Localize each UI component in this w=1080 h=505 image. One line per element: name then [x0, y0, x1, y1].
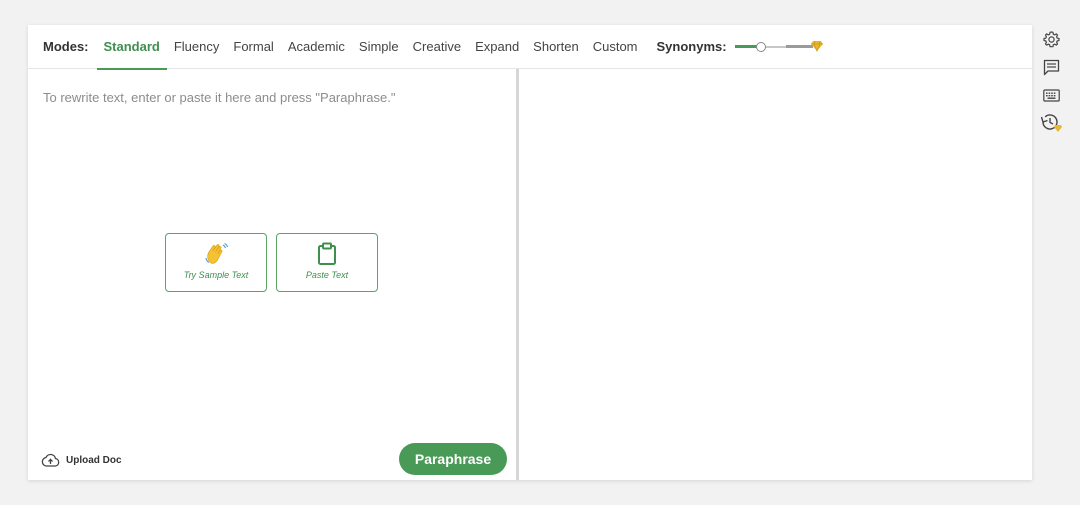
synonyms-label: Synonyms:: [656, 39, 727, 54]
waving-hand-icon: [205, 242, 229, 264]
mode-tab-academic[interactable]: Academic: [281, 25, 352, 69]
gear-icon: [1042, 30, 1060, 47]
mode-tab-fluency[interactable]: Fluency: [167, 25, 227, 69]
slider-thumb[interactable]: [755, 41, 766, 52]
mode-tab-expand[interactable]: Expand: [468, 25, 526, 69]
keyboard-icon: [1042, 88, 1060, 102]
paste-text-label: Paste Text: [305, 270, 349, 280]
history-button[interactable]: [1040, 112, 1062, 134]
side-toolbar: [1040, 28, 1062, 140]
synonyms-slider[interactable]: [734, 40, 823, 54]
modes-bar: Modes: Standard Fluency Formal Academic …: [28, 25, 1032, 70]
gem-icon: [810, 40, 823, 52]
try-sample-text-button[interactable]: Try Sample Text: [165, 233, 267, 292]
settings-button[interactable]: [1040, 28, 1062, 50]
modes-label: Modes:: [43, 39, 89, 54]
mode-tab-standard[interactable]: Standard: [96, 25, 168, 70]
upload-doc-label: Upload Doc: [66, 454, 122, 466]
history-icon: [1040, 114, 1062, 132]
mode-tab-creative[interactable]: Creative: [406, 25, 468, 69]
slider-premium-segment: [785, 44, 813, 48]
try-sample-text-label: Try Sample Text: [183, 270, 249, 280]
mode-tab-shorten[interactable]: Shorten: [526, 25, 586, 69]
comments-button[interactable]: [1040, 56, 1062, 78]
mode-tab-formal[interactable]: Formal: [226, 25, 280, 69]
paraphraser-card: Modes: Standard Fluency Formal Academic …: [28, 25, 1032, 480]
input-pane[interactable]: To rewrite text, enter or paste it here …: [28, 69, 516, 480]
mode-tab-simple[interactable]: Simple: [352, 25, 406, 69]
upload-doc-button[interactable]: Upload Doc: [41, 453, 122, 467]
input-placeholder[interactable]: To rewrite text, enter or paste it here …: [43, 90, 395, 105]
comment-icon: [1043, 59, 1059, 75]
cloud-upload-icon: [41, 453, 60, 467]
output-pane[interactable]: [519, 69, 1032, 480]
mode-tab-custom[interactable]: Custom: [586, 25, 645, 69]
paraphrase-button[interactable]: Paraphrase: [399, 443, 507, 475]
clipboard-icon: [318, 242, 336, 265]
paste-text-button[interactable]: Paste Text: [276, 233, 378, 292]
keyboard-shortcuts-button[interactable]: [1040, 84, 1062, 106]
